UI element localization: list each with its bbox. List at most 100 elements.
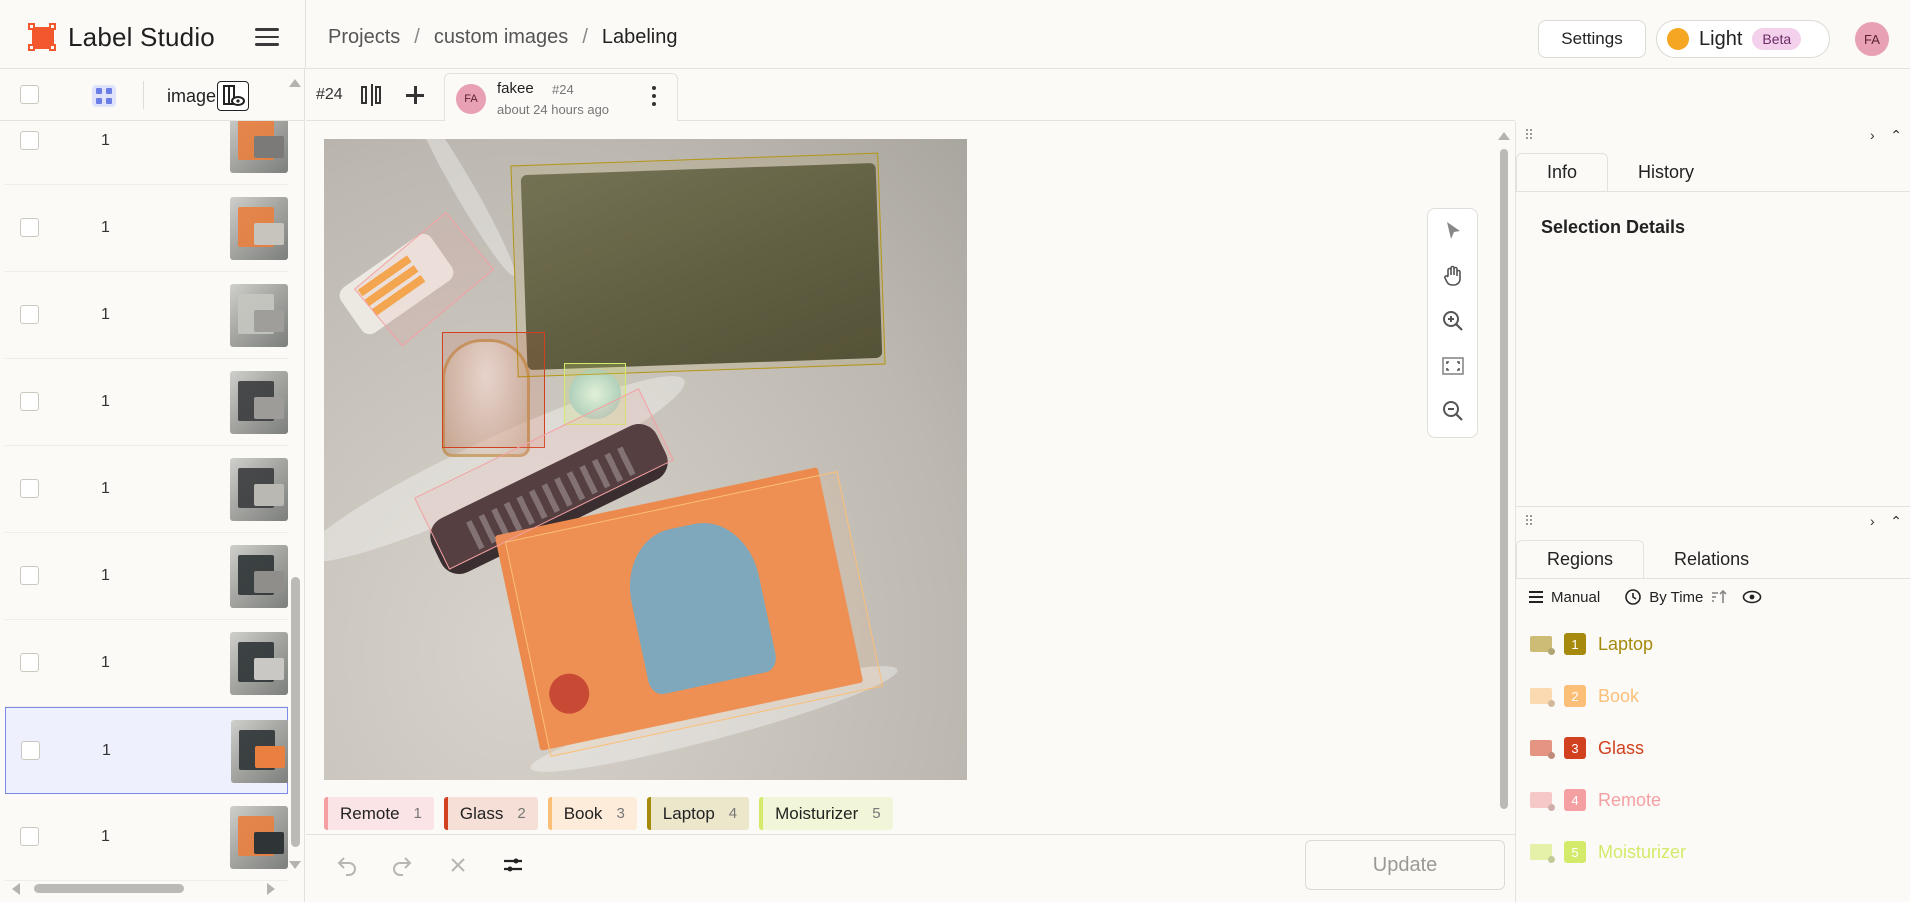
- task-row[interactable]: 1: [5, 185, 288, 272]
- task-list-scrollbar[interactable]: [289, 69, 301, 881]
- label-chip-moisturizer[interactable]: Moisturizer 5: [759, 797, 893, 830]
- cursor-icon[interactable]: [1441, 219, 1465, 243]
- region-item-book[interactable]: 2 Book: [1530, 676, 1639, 716]
- breadcrumb-projects[interactable]: Projects: [328, 26, 400, 49]
- select-all-checkbox[interactable]: [20, 85, 39, 104]
- menu-icon[interactable]: [255, 28, 279, 46]
- add-annotation-icon[interactable]: [404, 84, 426, 106]
- annotator-name: fakee: [497, 80, 534, 97]
- group-manual[interactable]: Manual: [1528, 589, 1600, 606]
- row-checkbox[interactable]: [20, 131, 39, 150]
- user-avatar[interactable]: FA: [1855, 22, 1889, 56]
- rectangle-region-icon: [1530, 636, 1552, 652]
- row-checkbox[interactable]: [20, 392, 39, 411]
- annotation-tab[interactable]: FA fakee #24 about 24 hours ago: [444, 73, 678, 121]
- bottom-action-bar: Update: [306, 834, 1515, 894]
- label-chip-glass[interactable]: Glass 2: [443, 797, 538, 830]
- region-item-laptop[interactable]: 1 Laptop: [1530, 624, 1653, 664]
- sort-label: By Time: [1649, 588, 1704, 606]
- update-button[interactable]: Update: [1305, 840, 1505, 890]
- tab-info[interactable]: Info: [1516, 153, 1609, 191]
- scroll-left-icon[interactable]: [12, 883, 20, 895]
- redo-icon[interactable]: [390, 853, 414, 877]
- scrollbar-thumb[interactable]: [34, 884, 184, 893]
- tabs-divider: [1516, 191, 1910, 192]
- label-name: Book: [563, 803, 603, 823]
- theme-toggle[interactable]: Light Beta: [1656, 20, 1830, 58]
- scrollbar-thumb[interactable]: [291, 577, 300, 847]
- task-row[interactable]: 1: [5, 121, 288, 185]
- row-checkbox[interactable]: [21, 741, 40, 760]
- eye-icon[interactable]: [1742, 590, 1762, 604]
- canvas-scrollbar[interactable]: [1498, 122, 1510, 822]
- rectangle-region-icon: [1530, 844, 1552, 860]
- tab-history[interactable]: History: [1608, 153, 1724, 191]
- row-thumbnail: [230, 632, 288, 695]
- task-row[interactable]: 1: [5, 707, 288, 794]
- drag-handle-icon[interactable]: [1526, 515, 1536, 527]
- task-list-hscrollbar[interactable]: [12, 881, 277, 895]
- scroll-down-icon[interactable]: [289, 861, 301, 869]
- region-item-moisturizer[interactable]: 5 Moisturizer: [1530, 832, 1686, 872]
- task-rows: 1 1 1 1 1 1 1 1 1: [0, 121, 288, 881]
- collapse-panel-icon[interactable]: › ⌃: [1870, 513, 1902, 530]
- app-name: Label Studio: [68, 22, 215, 52]
- region-item-glass[interactable]: 3 Glass: [1530, 728, 1644, 768]
- grid-view-icon[interactable]: [92, 85, 116, 107]
- list-icon: [1529, 591, 1543, 603]
- row-checkbox[interactable]: [20, 653, 39, 672]
- sort-by-time[interactable]: By Time: [1624, 588, 1728, 606]
- brand[interactable]: Label Studio: [28, 22, 215, 53]
- scroll-right-icon[interactable]: [267, 883, 275, 895]
- region-item-remote[interactable]: 4 Remote: [1530, 780, 1661, 820]
- scrollbar-thumb[interactable]: [1500, 149, 1508, 809]
- breadcrumb-project[interactable]: custom images: [434, 26, 569, 49]
- label-chip-remote[interactable]: Remote 1: [324, 797, 434, 830]
- column-visibility-icon[interactable]: [217, 81, 249, 111]
- more-icon[interactable]: [652, 86, 658, 108]
- scroll-up-icon[interactable]: [289, 79, 301, 87]
- task-row[interactable]: 1: [5, 272, 288, 359]
- hand-icon[interactable]: [1441, 264, 1465, 288]
- collapse-panel-icon[interactable]: › ⌃: [1870, 127, 1902, 144]
- label-chip-book[interactable]: Book 3: [547, 797, 637, 830]
- row-checkbox[interactable]: [20, 566, 39, 585]
- row-checkbox[interactable]: [20, 305, 39, 324]
- zoom-in-icon[interactable]: [1441, 309, 1465, 333]
- task-row[interactable]: 1: [5, 446, 288, 533]
- undo-icon[interactable]: [335, 853, 359, 877]
- region-box-glass[interactable]: [442, 332, 545, 448]
- fit-icon[interactable]: [1441, 354, 1465, 378]
- region-box-laptop[interactable]: [510, 152, 886, 378]
- settings-sliders-icon[interactable]: [501, 853, 525, 877]
- task-row[interactable]: 1: [5, 533, 288, 620]
- row-checkbox[interactable]: [20, 479, 39, 498]
- task-row[interactable]: 1: [5, 620, 288, 707]
- sort-order-icon[interactable]: [1710, 589, 1728, 605]
- breadcrumb: Projects / custom images / Labeling: [328, 26, 678, 49]
- label-name: Moisturizer: [775, 803, 859, 823]
- labeling-canvas: Remote 1 Glass 2 Book 3 Laptop 4 Moisturizer 5: [306, 122, 1510, 834]
- rectangle-region-icon: [1530, 740, 1552, 756]
- tab-relations[interactable]: Relations: [1644, 540, 1779, 578]
- task-row[interactable]: 1: [5, 359, 288, 446]
- task-row[interactable]: 1: [5, 794, 288, 881]
- row-thumbnail: [230, 284, 288, 347]
- row-checkbox[interactable]: [20, 827, 39, 846]
- column-label-image[interactable]: image: [167, 86, 216, 107]
- region-number: 1: [1564, 633, 1586, 655]
- drag-handle-icon[interactable]: [1526, 129, 1536, 141]
- settings-button[interactable]: Settings: [1538, 20, 1646, 58]
- row-checkbox[interactable]: [20, 218, 39, 237]
- region-number: 3: [1564, 737, 1586, 759]
- label-studio-logo-icon: [28, 22, 58, 53]
- zoom-out-icon[interactable]: [1441, 399, 1465, 423]
- split-view-icon[interactable]: [361, 84, 383, 106]
- tab-regions[interactable]: Regions: [1516, 540, 1645, 578]
- task-image[interactable]: [324, 139, 967, 780]
- reset-icon[interactable]: [446, 853, 470, 877]
- info-tabs: Info History: [1516, 153, 1724, 191]
- scroll-up-icon[interactable]: [1498, 132, 1510, 140]
- label-chip-laptop[interactable]: Laptop 4: [646, 797, 750, 830]
- side-panels: › ⌃ Info History Selection Details › ⌃ R…: [1515, 122, 1910, 902]
